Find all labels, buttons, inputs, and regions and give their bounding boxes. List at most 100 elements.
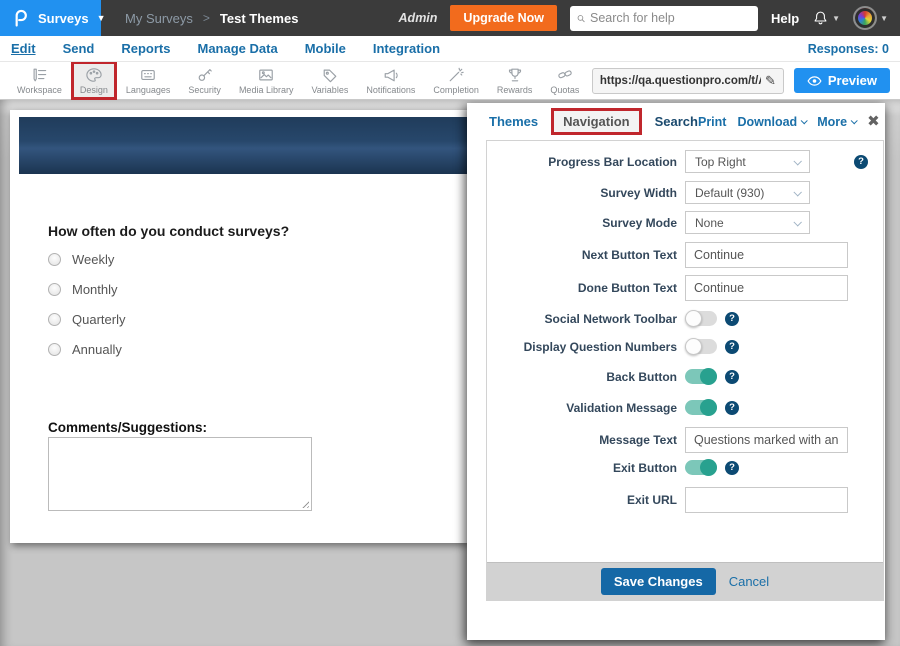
palette-icon (85, 66, 103, 83)
field-label: Exit Button (487, 461, 677, 475)
radio-button-icon[interactable] (48, 343, 61, 356)
radio-option-weekly[interactable]: Weekly (48, 253, 125, 266)
upgrade-now-button[interactable]: Upgrade Now (450, 5, 557, 31)
nav-tab-reports[interactable]: Reports (121, 41, 170, 56)
progress-bar-location-select[interactable]: Top Right (685, 150, 810, 173)
nav-tab-manage-data[interactable]: Manage Data (197, 41, 277, 56)
form-row-next-button-text: Next Button Text (487, 242, 883, 268)
toolbar-item-rewards[interactable]: Rewards (488, 61, 542, 100)
download-menu[interactable]: Download (737, 115, 806, 129)
survey-mode-select[interactable]: None (685, 211, 810, 234)
form-row-validation-message: Validation Message ? (487, 400, 883, 415)
toolbar-item-workspace[interactable]: Workspace (8, 61, 71, 100)
radio-option-quarterly[interactable]: Quarterly (48, 313, 125, 326)
notifications-menu[interactable]: ▼ (812, 10, 840, 27)
toolbar-item-quotas[interactable]: Quotas (541, 61, 588, 100)
tab-themes[interactable]: Themes (489, 114, 538, 129)
toolbar-item-security[interactable]: Security (179, 61, 230, 100)
nav-tab-integration[interactable]: Integration (373, 41, 440, 56)
product-label: Surveys (38, 11, 89, 26)
chevron-down-icon: ▼ (832, 14, 840, 23)
chevron-down-icon (793, 218, 801, 226)
nav-tab-send[interactable]: Send (63, 41, 95, 56)
toolbar-item-notifications[interactable]: Notifications (357, 61, 424, 100)
validation-message-toggle[interactable] (685, 400, 717, 415)
message-text-input[interactable] (685, 427, 848, 453)
download-label: Download (737, 115, 797, 129)
comments-textarea[interactable] (48, 437, 312, 511)
form-row-display-question-numbers: Display Question Numbers ? (487, 339, 883, 354)
toolbar-item-label: Rewards (497, 85, 533, 95)
resize-grip-icon[interactable] (300, 499, 309, 508)
account-menu[interactable]: ▼ (853, 6, 888, 30)
toolbar-item-label: Quotas (550, 85, 579, 95)
back-button-toggle[interactable] (685, 369, 717, 384)
navigation-settings-form: Progress Bar Location Top Right ? Survey… (486, 140, 884, 601)
display-question-numbers-toggle[interactable] (685, 339, 717, 354)
nav-tab-mobile[interactable]: Mobile (305, 41, 346, 56)
more-menu[interactable]: More (817, 115, 856, 129)
help-icon[interactable]: ? (854, 155, 868, 169)
toggle-knob (685, 338, 702, 355)
tab-search[interactable]: Search (655, 114, 698, 129)
toolbar-item-label: Security (188, 85, 221, 95)
close-icon[interactable]: ✖ (867, 114, 880, 129)
toggle-knob (685, 310, 702, 327)
product-switcher[interactable]: Surveys ▼ (0, 0, 101, 36)
breadcrumb-my-surveys[interactable]: My Surveys (125, 11, 193, 26)
toolbar-item-variables[interactable]: Variables (302, 61, 357, 100)
search-input[interactable] (590, 11, 751, 25)
questionpro-logo-icon (10, 8, 30, 28)
form-row-exit-button: Exit Button ? (487, 460, 883, 475)
field-label: Message Text (487, 433, 677, 447)
responses-count-link[interactable]: Responses: 0 (808, 42, 900, 56)
panel-actions: Print Download More ✖ (698, 114, 880, 129)
help-icon[interactable]: ? (725, 312, 739, 326)
admin-label[interactable]: Admin (399, 11, 438, 25)
option-label: Annually (72, 342, 122, 357)
save-changes-button[interactable]: Save Changes (601, 568, 716, 595)
radio-button-icon[interactable] (48, 253, 61, 266)
cancel-button[interactable]: Cancel (729, 574, 769, 589)
edit-url-pencil-icon[interactable]: ✎ (765, 73, 776, 89)
toolbar-item-media-library[interactable]: Media Library (230, 61, 303, 100)
nav-tab-edit[interactable]: Edit (11, 41, 36, 56)
toolbar-item-languages[interactable]: Languages (117, 61, 180, 100)
survey-width-select[interactable]: Default (930) (685, 181, 810, 204)
exit-url-input[interactable] (685, 487, 848, 513)
survey-url-input[interactable] (600, 75, 761, 87)
field-label: Survey Mode (487, 216, 677, 230)
bell-icon (812, 10, 829, 27)
radio-option-monthly[interactable]: Monthly (48, 283, 125, 296)
toolbar-item-completion[interactable]: Completion (424, 61, 488, 100)
panel-header: Themes Navigation Search Print Download … (467, 103, 885, 140)
help-link[interactable]: Help (771, 11, 799, 26)
radio-option-annually[interactable]: Annually (48, 343, 125, 356)
next-button-text-input[interactable] (685, 242, 848, 268)
preview-button[interactable]: Preview (794, 68, 890, 93)
panel-footer: Save Changes Cancel (487, 562, 883, 600)
toolbar-item-design[interactable]: Design (71, 61, 117, 100)
comments-question-label: Comments/Suggestions: (48, 420, 207, 435)
toolbar-item-label: Completion (433, 85, 479, 95)
key-icon (196, 66, 214, 83)
form-row-progress-bar-location: Progress Bar Location Top Right ? (487, 150, 883, 173)
social-network-toolbar-toggle[interactable] (685, 311, 717, 326)
form-row-social-network-toolbar: Social Network Toolbar ? (487, 311, 883, 326)
survey-preview-card: How often do you conduct surveys? Weekly… (10, 110, 467, 543)
done-button-text-input[interactable] (685, 275, 848, 301)
survey-options-list: Weekly Monthly Quarterly Annually (48, 253, 125, 373)
help-icon[interactable]: ? (725, 340, 739, 354)
help-icon[interactable]: ? (725, 401, 739, 415)
tab-navigation[interactable]: Navigation (551, 108, 641, 135)
links-icon (556, 66, 574, 83)
radio-button-icon[interactable] (48, 313, 61, 326)
help-icon[interactable]: ? (725, 370, 739, 384)
print-link[interactable]: Print (698, 115, 726, 129)
exit-button-toggle[interactable] (685, 460, 717, 475)
chevron-down-icon: ▼ (880, 14, 888, 23)
help-icon[interactable]: ? (725, 461, 739, 475)
radio-button-icon[interactable] (48, 283, 61, 296)
option-label: Monthly (72, 282, 118, 297)
chevron-down-icon (793, 157, 801, 165)
